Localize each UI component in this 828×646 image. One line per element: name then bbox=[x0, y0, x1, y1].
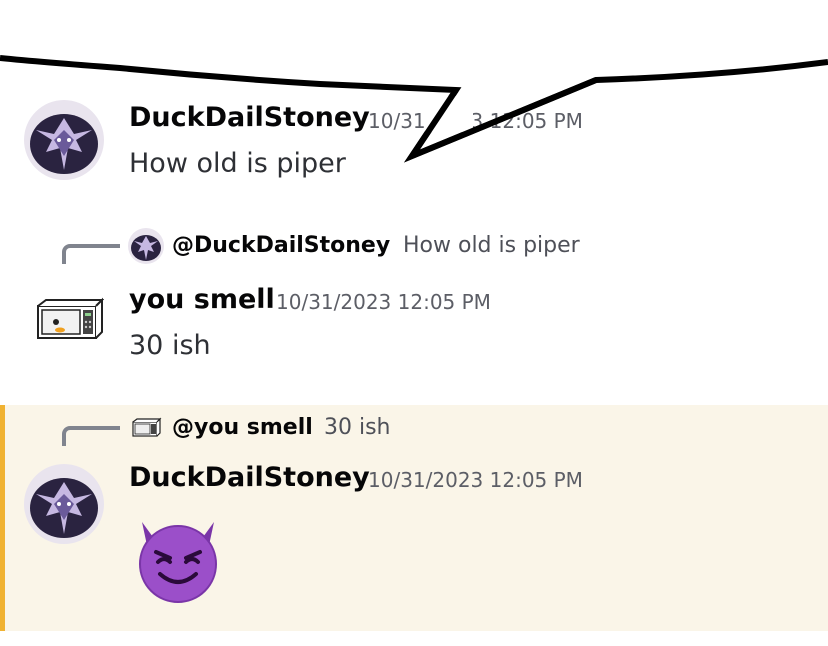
message-content: 30 ish bbox=[129, 330, 211, 361]
reply-avatar[interactable] bbox=[128, 228, 164, 264]
microwave-avatar-icon bbox=[37, 297, 104, 339]
dragon-avatar-icon bbox=[24, 464, 104, 544]
username[interactable]: DuckDailStoney bbox=[129, 462, 370, 493]
timestamp[interactable]: 10/31/2023 12:05 PM bbox=[368, 109, 583, 133]
dragon-avatar-icon bbox=[128, 228, 164, 264]
reply-connector bbox=[62, 244, 120, 264]
avatar[interactable] bbox=[24, 282, 104, 362]
reply-preview-text[interactable]: How old is piper bbox=[403, 233, 580, 258]
smiling-face-with-horns-icon[interactable] bbox=[128, 514, 228, 604]
avatar[interactable] bbox=[24, 100, 104, 180]
timestamp[interactable]: 10/31/2023 12:05 PM bbox=[368, 468, 583, 492]
reply-avatar[interactable] bbox=[128, 412, 164, 448]
username[interactable]: you smell bbox=[129, 284, 275, 315]
scribble-drawing bbox=[0, 55, 828, 163]
reply-connector bbox=[62, 426, 120, 446]
reply-preview-text[interactable]: 30 ish bbox=[324, 415, 391, 440]
mention-highlight bbox=[0, 405, 828, 631]
message-content: How old is piper bbox=[129, 148, 346, 179]
microwave-avatar-icon bbox=[132, 417, 162, 437]
username[interactable]: DuckDailStoney bbox=[129, 102, 370, 133]
dragon-avatar-icon bbox=[24, 100, 104, 180]
avatar[interactable] bbox=[24, 464, 104, 544]
timestamp[interactable]: 10/31/2023 12:05 PM bbox=[276, 290, 491, 314]
reply-username[interactable]: @you smell bbox=[172, 415, 313, 440]
reply-username[interactable]: @DuckDailStoney bbox=[172, 233, 390, 258]
